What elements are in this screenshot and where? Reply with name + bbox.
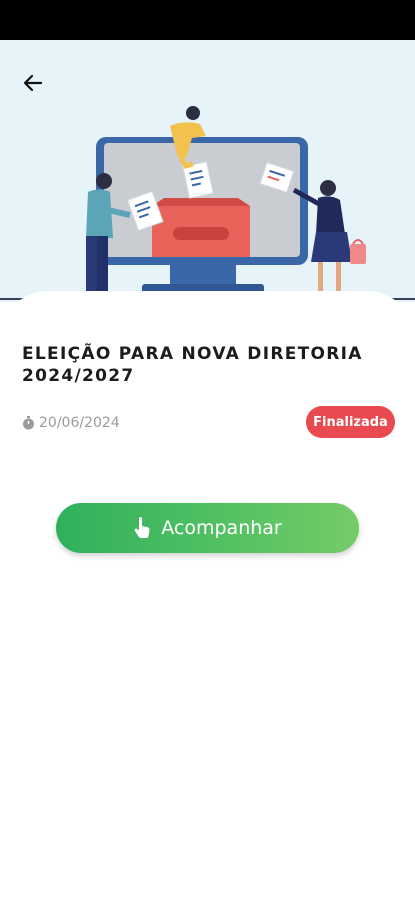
status-badge: Finalizada	[306, 406, 395, 438]
election-date-row: 20/06/2024	[22, 414, 120, 432]
election-title-line2: 2024/2027	[22, 366, 135, 386]
stopwatch-icon	[23, 416, 34, 430]
election-title-line1: ELEIÇÃO PARA NOVA DIRETORIA	[22, 344, 363, 364]
voting-illustration	[0, 106, 415, 300]
follow-button-label: Acompanhar	[161, 517, 282, 539]
follow-button[interactable]: Acompanhar	[56, 503, 359, 553]
election-date: 20/06/2024	[39, 415, 120, 431]
back-button[interactable]	[14, 68, 52, 98]
arrow-left-icon	[23, 74, 43, 92]
hero-banner	[0, 40, 415, 302]
status-bar	[0, 0, 415, 40]
hand-pointer-icon	[134, 517, 150, 538]
election-detail-screen: ELEIÇÃO PARA NOVA DIRETORIA 2024/2027 20…	[0, 0, 415, 900]
election-title: ELEIÇÃO PARA NOVA DIRETORIA 2024/2027	[22, 343, 382, 387]
